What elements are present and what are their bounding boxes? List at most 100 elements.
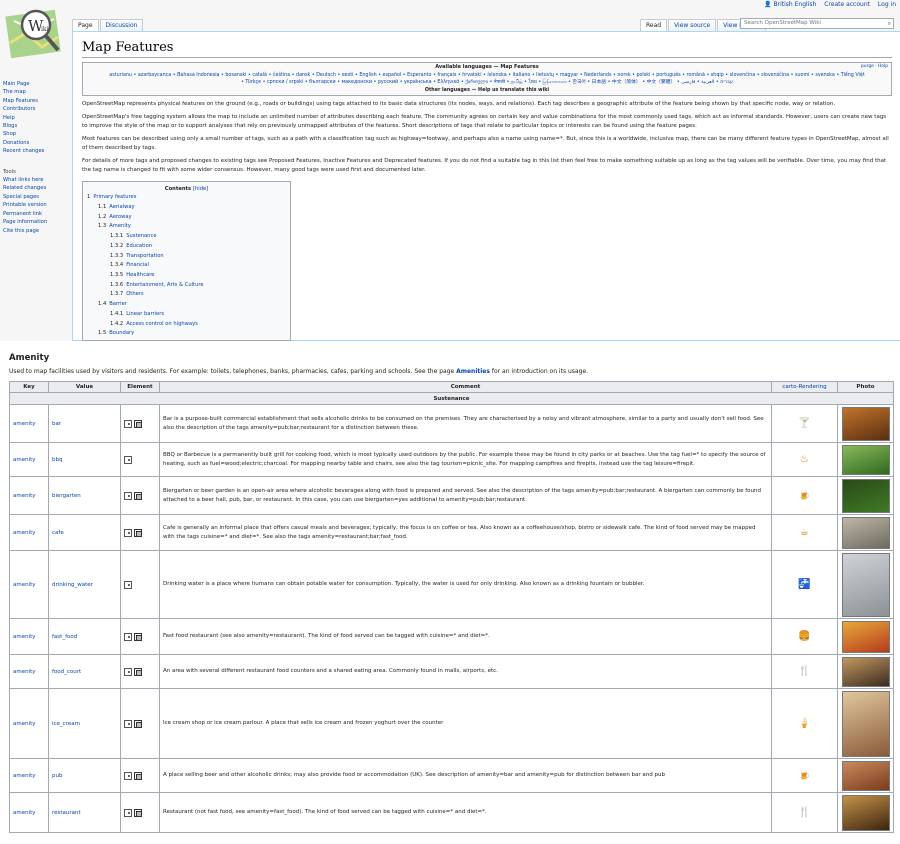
language-box-tools[interactable]: purge · Help bbox=[861, 63, 888, 71]
beer-mug-icon[interactable]: 🍺 bbox=[798, 490, 810, 501]
node-element-icon[interactable] bbox=[124, 771, 132, 780]
toc-item-text[interactable]: Amenity bbox=[109, 223, 131, 229]
ice-cream-icon[interactable]: 🍦 bbox=[798, 718, 810, 729]
toc-item-text[interactable]: Primary features bbox=[93, 194, 136, 200]
photo-thumbnail[interactable] bbox=[841, 406, 890, 441]
toc-item-text[interactable]: Education bbox=[126, 243, 152, 249]
toc-item-text[interactable]: Boundary bbox=[109, 330, 134, 336]
toc-item[interactable]: 1.4 Barrier bbox=[87, 300, 286, 310]
cell-value[interactable]: biergarten bbox=[48, 476, 121, 515]
area-element-icon[interactable] bbox=[134, 719, 142, 728]
language-box-other[interactable]: Other languages — Help us translate this… bbox=[86, 87, 888, 95]
sidebar-item-special-pages[interactable]: Special pages bbox=[3, 193, 67, 201]
area-element-icon[interactable] bbox=[134, 771, 142, 780]
cell-key[interactable]: amenity bbox=[9, 442, 49, 477]
fork-knife-icon[interactable]: 🍴 bbox=[798, 807, 810, 818]
sidebar-item-main-page[interactable]: Main Page bbox=[3, 80, 67, 88]
sidebar-item-permanent-link[interactable]: Permanent link bbox=[3, 210, 67, 218]
pint-glass-icon[interactable]: 🍺 bbox=[798, 770, 810, 781]
water-tap-icon[interactable]: 🚰 bbox=[798, 579, 810, 590]
sidebar-item-printable-version[interactable]: Printable version bbox=[3, 201, 67, 209]
photo-thumbnail[interactable] bbox=[841, 656, 890, 687]
sidebar-item-cite-this-page[interactable]: Cite this page bbox=[3, 227, 67, 235]
tab-read[interactable]: Read bbox=[640, 19, 668, 31]
cell-key[interactable]: amenity bbox=[9, 792, 49, 833]
photo-thumbnail[interactable] bbox=[841, 620, 890, 653]
cell-key[interactable]: amenity bbox=[9, 514, 49, 551]
toc-item[interactable]: 1.3 Amenity bbox=[87, 222, 286, 232]
toc-item[interactable]: 1.3.6 Entertainment, Arts & Culture bbox=[87, 281, 286, 291]
sidebar-item-what-links-here[interactable]: What links here bbox=[3, 176, 67, 184]
toc-item-text[interactable]: Linear barriers bbox=[126, 311, 164, 317]
toc-item-text[interactable]: Healthcare bbox=[126, 272, 154, 278]
area-element-icon[interactable] bbox=[134, 528, 142, 537]
cocktail-icon[interactable]: 🍸 bbox=[798, 418, 810, 429]
toc-item-text[interactable]: Financial bbox=[126, 262, 149, 268]
toc-hide-link[interactable]: [hide] bbox=[193, 186, 208, 192]
sidebar-item-related-changes[interactable]: Related changes bbox=[3, 184, 67, 192]
toc-item[interactable]: 1 Primary features bbox=[87, 193, 286, 203]
photo-thumbnail[interactable] bbox=[841, 444, 890, 475]
cell-value[interactable]: bbq bbox=[48, 442, 121, 477]
toc-item-text[interactable]: Aeroway bbox=[109, 214, 131, 220]
language-list-line-2[interactable]: • Türkçe • српски / srpski • български •… bbox=[86, 79, 888, 87]
toc-item[interactable]: 1.3.2 Education bbox=[87, 242, 286, 252]
toc-item[interactable]: 1.1 Aerialway bbox=[87, 203, 286, 213]
node-element-icon[interactable] bbox=[124, 808, 132, 817]
photo-thumbnail[interactable] bbox=[841, 690, 890, 757]
toc-item-text[interactable]: Transportation bbox=[126, 253, 163, 259]
area-element-icon[interactable] bbox=[134, 632, 142, 641]
node-element-icon[interactable] bbox=[124, 491, 132, 500]
sidebar-item-contributors[interactable]: Contributors bbox=[3, 105, 67, 113]
photo-thumbnail[interactable] bbox=[841, 760, 890, 791]
cell-key[interactable]: amenity bbox=[9, 550, 49, 619]
toc-item-text[interactable]: Entertainment, Arts & Culture bbox=[126, 282, 203, 288]
sidebar-item-blogs[interactable]: Blogs bbox=[3, 122, 67, 130]
cell-value[interactable]: fast_food bbox=[48, 618, 121, 655]
photo-thumbnail[interactable] bbox=[841, 516, 890, 549]
wiki-logo[interactable]: W iki bbox=[2, 3, 64, 65]
amenities-link[interactable]: Amenities bbox=[456, 368, 490, 375]
toc-item[interactable]: 1.3.7 Others bbox=[87, 290, 286, 300]
sidebar-item-the-map[interactable]: The map bbox=[3, 88, 67, 96]
cell-value[interactable]: pub bbox=[48, 758, 121, 793]
search-input[interactable]: Search OpenStreetMap Wiki ⌕ bbox=[740, 18, 894, 29]
photo-thumbnail[interactable] bbox=[841, 478, 890, 513]
cell-key[interactable]: amenity bbox=[9, 618, 49, 655]
toc-item-text[interactable]: Others bbox=[126, 291, 143, 297]
area-element-icon[interactable] bbox=[134, 491, 142, 500]
photo-thumbnail[interactable] bbox=[841, 794, 890, 831]
cell-key[interactable]: amenity bbox=[9, 688, 49, 759]
toc-item[interactable]: 1.3.3 Transportation bbox=[87, 252, 286, 262]
node-element-icon[interactable] bbox=[124, 455, 132, 464]
node-element-icon[interactable] bbox=[124, 580, 132, 589]
sidebar-item-help[interactable]: Help bbox=[3, 114, 67, 122]
node-element-icon[interactable] bbox=[124, 528, 132, 537]
photo-thumbnail[interactable] bbox=[841, 552, 890, 617]
toc-item[interactable]: 1.2 Aeroway bbox=[87, 213, 286, 223]
node-element-icon[interactable] bbox=[124, 719, 132, 728]
language-link[interactable]: British English bbox=[774, 1, 817, 8]
bbq-icon[interactable]: ♨ bbox=[800, 454, 809, 465]
node-element-icon[interactable] bbox=[124, 632, 132, 641]
toc-item[interactable]: 1.3.4 Financial bbox=[87, 261, 286, 271]
burger-icon[interactable]: 🍔 bbox=[798, 631, 810, 642]
cell-key[interactable]: amenity bbox=[9, 758, 49, 793]
toc-item[interactable]: 1.3.1 Sustenance bbox=[87, 232, 286, 242]
tab-page[interactable]: Page bbox=[72, 19, 99, 31]
area-element-icon[interactable] bbox=[134, 667, 142, 676]
toc-item-text[interactable]: Barrier bbox=[109, 301, 127, 307]
create-account-link[interactable]: Create account bbox=[824, 1, 870, 8]
cell-value[interactable]: ice_cream bbox=[48, 688, 121, 759]
node-element-icon[interactable] bbox=[124, 667, 132, 676]
language-list-line-1[interactable]: asturianu • azərbaycanca • Bahasa Indone… bbox=[86, 72, 888, 80]
fork-knife-icon[interactable]: 🍴 bbox=[798, 666, 810, 677]
cell-value[interactable]: bar bbox=[48, 404, 121, 443]
col-header-carto-rendering[interactable]: carto-Rendering bbox=[771, 381, 838, 393]
tab-discussion[interactable]: Discussion bbox=[99, 19, 144, 31]
area-element-icon[interactable] bbox=[134, 419, 142, 428]
toc-item[interactable]: 1.5 Boundary bbox=[87, 329, 286, 339]
login-link[interactable]: Log in bbox=[878, 1, 896, 8]
tab-view-source[interactable]: View source bbox=[668, 19, 717, 31]
cell-value[interactable]: drinking_water bbox=[48, 550, 121, 619]
